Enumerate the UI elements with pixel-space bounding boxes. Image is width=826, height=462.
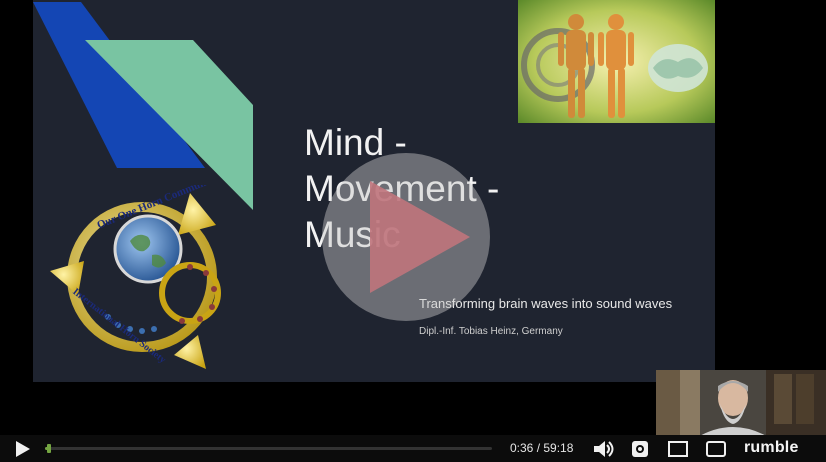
- volume-button[interactable]: [590, 435, 616, 462]
- slide-author: Dipl.-Inf. Tobias Heinz, Germany: [419, 326, 563, 337]
- time-separator: /: [533, 441, 544, 455]
- time-current: 0:36: [510, 441, 534, 455]
- play-icon: [370, 181, 470, 293]
- video-player[interactable]: Mind - Movement - Music Transforming bra…: [0, 0, 826, 462]
- theater-mode-button[interactable]: [666, 435, 690, 462]
- time-total: 59:18: [543, 441, 574, 455]
- big-play-button[interactable]: [322, 153, 490, 321]
- picture-in-picture-button[interactable]: [704, 435, 728, 462]
- rumble-logo[interactable]: rumble: [744, 439, 799, 457]
- progress-bar[interactable]: [45, 444, 492, 453]
- volume-icon: [594, 440, 614, 457]
- presenter-webcam: [656, 370, 826, 438]
- play-button[interactable]: [10, 435, 36, 462]
- anatomy-brain-image: [518, 0, 715, 123]
- progress-thumb[interactable]: [47, 444, 52, 453]
- picture-in-picture-icon: [706, 440, 726, 457]
- gear-icon: [632, 440, 648, 457]
- horn-society-logo: Our One Horn Community International Hor…: [50, 185, 221, 369]
- theater-mode-icon: [668, 440, 688, 457]
- play-icon: [16, 440, 30, 457]
- time-display: 0:36 / 59:18: [510, 441, 573, 455]
- settings-button[interactable]: [628, 435, 652, 462]
- horn-bell-top: [178, 193, 216, 235]
